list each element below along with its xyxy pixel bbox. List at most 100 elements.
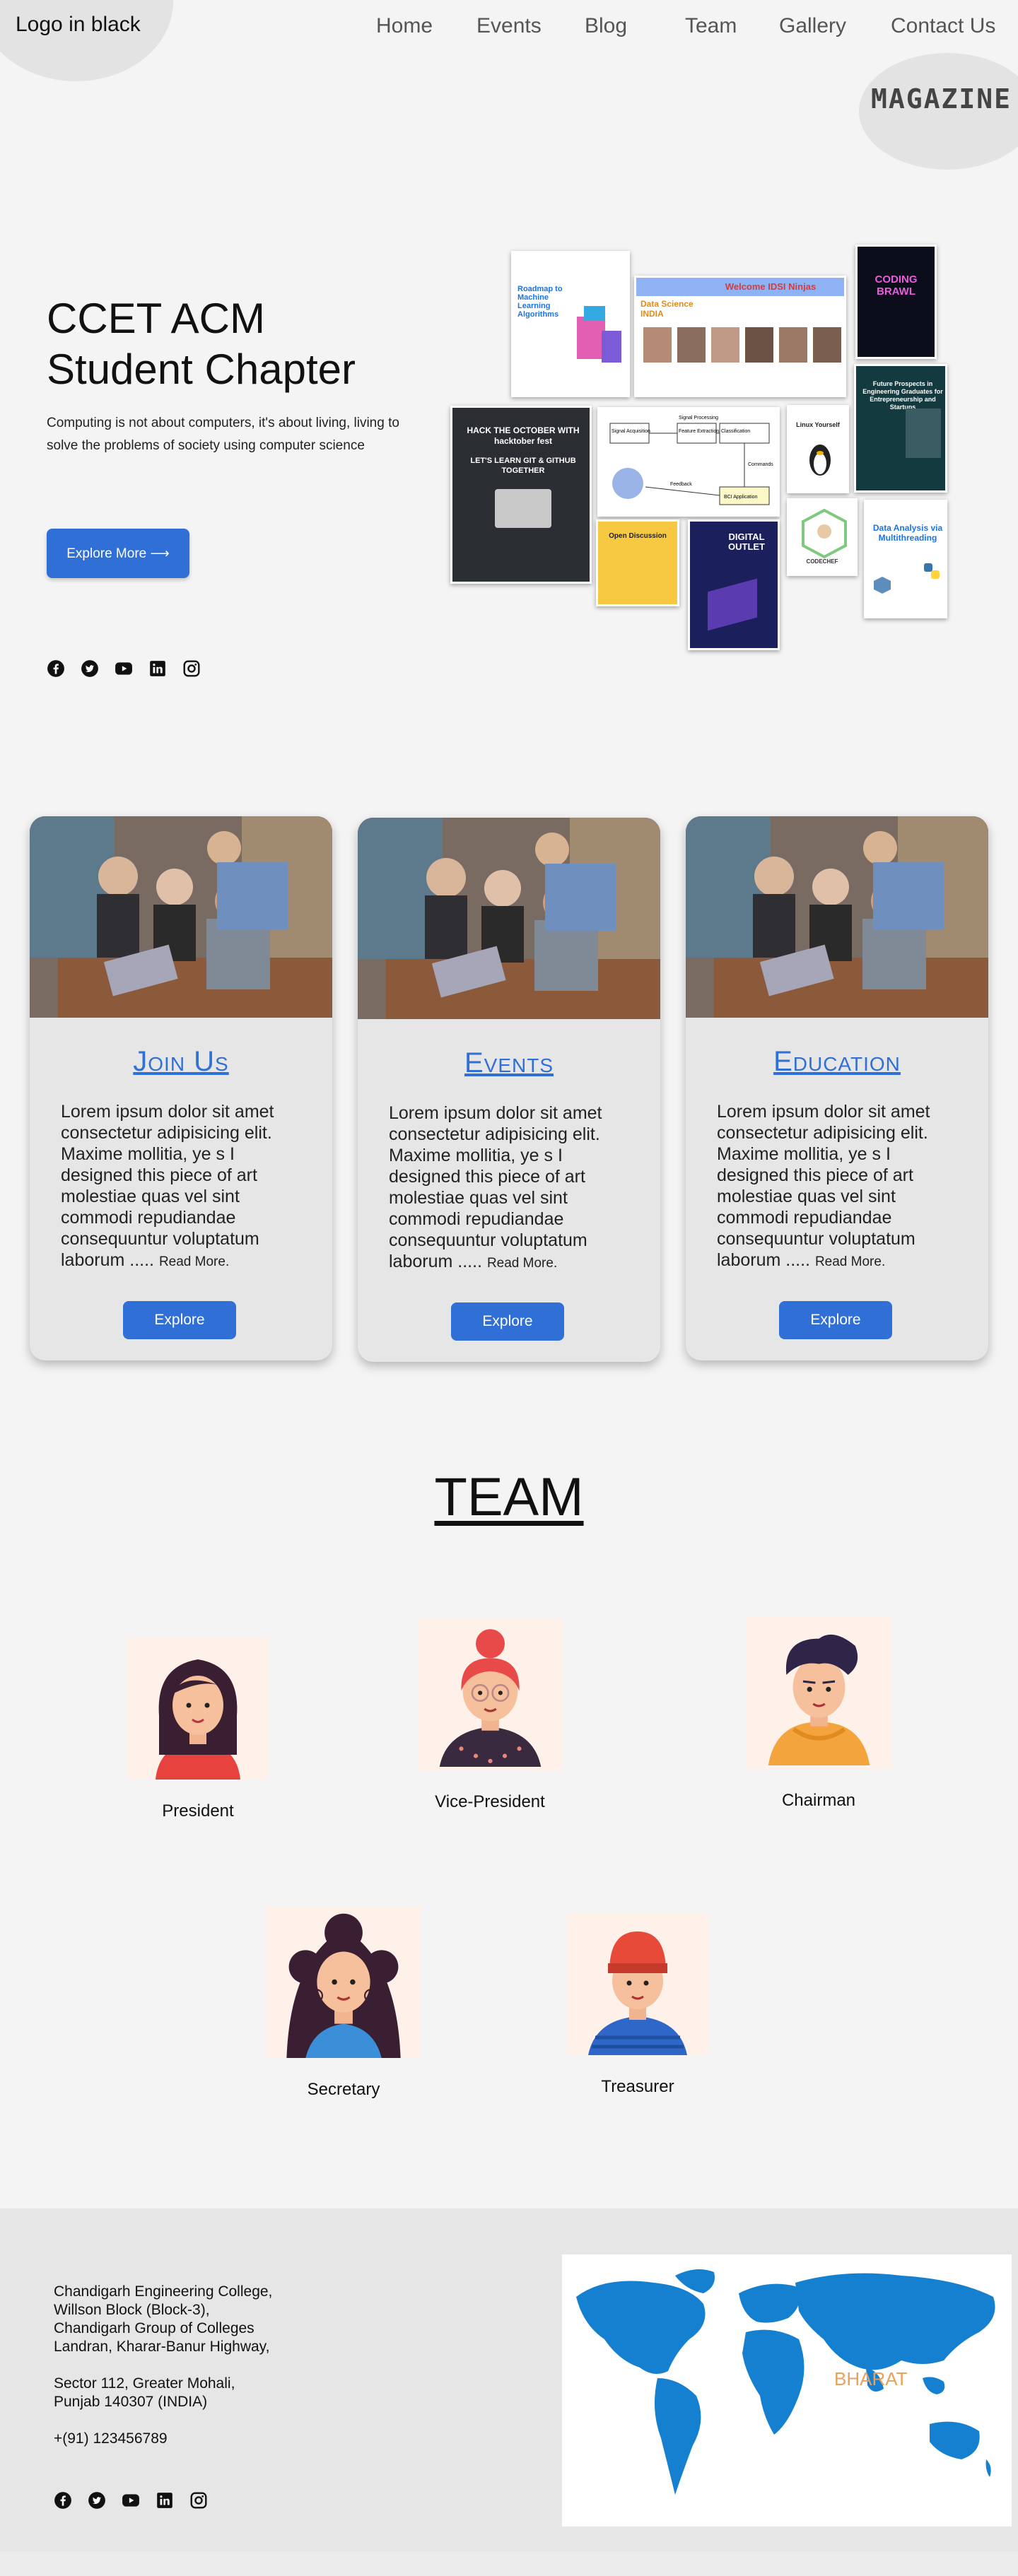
card-body-text: Lorem ipsum dolor sit amet consectetur a… [389,1103,602,1271]
instagram-icon[interactable] [189,2491,208,2510]
card-explore-button[interactable]: Explore [123,1301,236,1339]
nav-link-gallery[interactable]: Gallery [779,14,846,38]
member-role: Secretary [307,2080,380,2099]
bci-label-feedback: Feedback [670,482,692,487]
team-member-secretary: Secretary [238,1906,450,2100]
poster-digital-outlet: DIGITAL OUTLET [688,519,780,650]
poster-data-science: Welcome IDSI Ninjas Data Science INDIA [634,276,846,397]
card-body-text: Lorem ipsum dolor sit amet consectetur a… [717,1102,930,1270]
facebook-icon[interactable] [47,659,65,678]
hero-social-links [47,659,201,678]
bci-label-application: BCI Application [724,495,758,500]
youtube-icon[interactable] [115,659,133,678]
facebook-icon[interactable] [54,2491,72,2510]
map-country-label: BHARAT [834,2368,908,2389]
address-line: Chandigarh Engineering College, [54,2283,273,2300]
linkedin-icon[interactable] [156,2491,174,2510]
team-working-photo [686,816,988,1018]
hero-description: Computing is not about computers, it's a… [47,416,399,453]
member-role: Treasurer [601,2077,674,2096]
read-more-link[interactable]: Read More. [159,1254,229,1269]
address-line: Chandigarh Group of Colleges [54,2320,255,2336]
instagram-icon[interactable] [182,659,201,678]
twitter-icon[interactable] [81,659,99,678]
nav-link-contact[interactable]: Contact Us [891,14,995,38]
card-description: Lorem ipsum dolor sit amet consectetur a… [389,1102,636,1274]
card-description: Lorem ipsum dolor sit amet consectetur a… [61,1101,308,1273]
poster-bci-diagram: Signal Acquisition Signal Processing Fea… [597,407,780,517]
linkedin-icon[interactable] [148,659,167,678]
team-working-photo [358,818,660,1019]
card-body-text: Lorem ipsum dolor sit amet consectetur a… [61,1102,274,1270]
member-role: Chairman [781,1791,856,1810]
poster-codechef-title: CODECHEF [806,558,838,565]
poster-hacktoberfest-title: HACK THE OCTOBER WITH hacktober fest [467,425,580,446]
twitter-icon[interactable] [88,2491,106,2510]
hero-title-line1: CCET ACM [47,295,265,342]
poster-coding-brawl-title: CODING BRAWL [874,274,918,298]
bci-label-processing: Signal Processing [679,416,718,420]
team-member-president: President [92,1638,304,1821]
isometric-illustration [577,306,621,363]
footer-phone[interactable]: +(91) 123456789 [54,2430,272,2448]
poster-digital-outlet-title: DIGITAL OUTLET [728,531,765,552]
nav-link-events[interactable]: Events [476,14,542,38]
address-line: Landran, Kharar-Banur Highway, [54,2339,270,2355]
magazine-link[interactable]: MAGAZINE [871,83,1012,114]
read-more-link[interactable]: Read More. [815,1254,885,1269]
poster-data-science-title: Data Science INDIA [640,299,694,319]
card-events: Events Lorem ipsum dolor sit amet consec… [358,818,660,1362]
chairman-avatar [746,1617,891,1769]
nav-link-blog[interactable]: Blog [585,14,627,38]
nav-link-team[interactable]: Team [685,14,737,38]
bci-label-classification: Classification [721,429,750,434]
card-title[interactable]: Education [686,1046,988,1078]
poster-hacktoberfest-subtitle: LET'S LEARN GIT & GITHUB TOGETHER [470,457,576,475]
hero-title: CCET ACM Student Chapter [47,293,414,395]
poster-codechef: CODECHEF [787,498,858,576]
vice-president-avatar [417,1618,563,1770]
team-member-vice-president: Vice-President [384,1618,596,1812]
footer: Chandigarh Engineering College, Willson … [0,2209,1018,2551]
card-title[interactable]: Join Us [30,1046,332,1078]
president-avatar [127,1638,269,1780]
card-explore-button[interactable]: Explore [779,1301,892,1339]
codechef-hexagon-icon [802,509,847,558]
address-line: Punjab 140307 (INDIA) [54,2394,208,2410]
poster-future-prospects-title: Future Prospects in Engineering Graduate… [862,380,943,411]
poster-data-analysis: Data Analysis via Multithreading [864,500,947,618]
poster-data-science-banner: Welcome IDSI Ninjas [725,281,817,292]
member-role: President [162,1801,234,1821]
card-title[interactable]: Events [358,1047,660,1079]
address-line: Sector 112, Greater Mohali, [54,2375,235,2392]
team-member-chairman: Chairman [713,1617,925,1811]
hero-title-line2: Student Chapter [47,346,356,393]
nav-link-home[interactable]: Home [376,14,433,38]
poster-linux-title: Linux Yourself [796,421,840,428]
cpp-logo-icon [874,577,891,594]
address-line: Willson Block (Block-3), [54,2302,210,2318]
bci-flow-diagram: Signal Acquisition Signal Processing Fea… [609,416,773,505]
poster-future-prospects: Future Prospects in Engineering Graduate… [854,364,947,493]
python-logo-icon [924,563,940,579]
member-role: Vice-President [435,1792,545,1811]
linux-penguin-icon [809,445,831,476]
bci-label-commands: Commands [748,462,773,467]
footer-social-links [54,2491,208,2510]
secretary-avatar [266,1906,421,2058]
read-more-link[interactable]: Read More. [487,1256,557,1271]
world-map[interactable]: BHARAT [562,2254,1012,2527]
youtube-icon[interactable] [122,2491,140,2510]
bci-label-acquisition: Signal Acquisition [612,429,650,434]
card-join-us: Join Us Lorem ipsum dolor sit amet conse… [30,816,332,1360]
poster-linux: Linux Yourself [787,405,849,493]
treasurer-avatar [567,1914,708,2055]
footer-address: Chandigarh Engineering College, Willson … [54,2283,272,2448]
team-working-photo [30,816,332,1018]
card-education: Education Lorem ipsum dolor sit amet con… [686,816,988,1360]
bci-label-feature: Feature Extraction [679,429,719,434]
poster-open-discussion: Open Discussion [596,519,679,606]
card-explore-button[interactable]: Explore [451,1302,564,1341]
explore-more-button[interactable]: Explore More ⟶ [47,529,189,578]
main-nav: Home Events Blog Team Gallery Contact Us [0,14,1018,42]
